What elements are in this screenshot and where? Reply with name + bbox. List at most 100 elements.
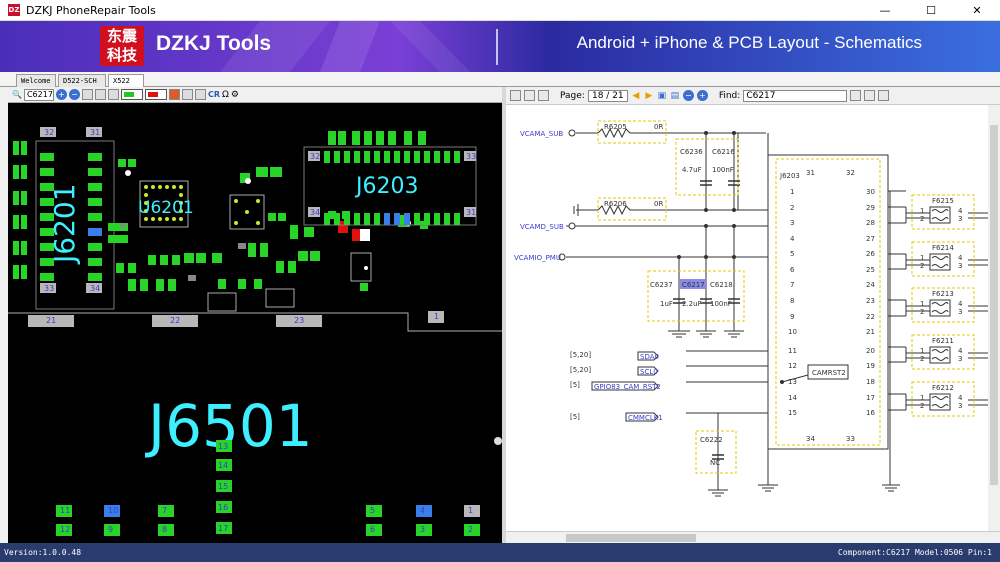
pcb-view[interactable]: 🔍 C6217 + − CR Ω ⚙ 32 31 33 34 J6201 U62… (8, 87, 502, 543)
window-title: DZKJ PhoneRepair Tools (26, 3, 156, 17)
version-text: Version:1.0.0.48 (4, 548, 82, 557)
pin-number: 30 (866, 188, 875, 196)
open-icon[interactable] (510, 90, 521, 101)
pad-number: 11 (60, 506, 70, 515)
hscroll-thumb[interactable] (566, 534, 696, 542)
page-label: Page: (560, 90, 585, 101)
pad-number: 34 (310, 208, 320, 217)
pcb-find-input[interactable]: C6217 (23, 88, 54, 101)
filter-pin: 2 (920, 355, 924, 363)
filter-pin: 1 (920, 207, 924, 215)
tab-welcome[interactable]: Welcome (16, 74, 56, 87)
filter-pin: 2 (920, 308, 924, 316)
minimize-button[interactable]: — (862, 0, 908, 21)
pad-number: 21 (46, 316, 56, 325)
resistor-value: 0R (654, 200, 663, 208)
connector-ref: J6203 (779, 172, 800, 180)
pin-number: 31 (806, 169, 815, 177)
settings-icon[interactable]: ⚙ (231, 90, 239, 100)
filter-pin: 3 (958, 215, 962, 223)
maximize-button[interactable]: ☐ (908, 0, 954, 21)
copy-icon[interactable] (524, 90, 535, 101)
highlight-icon[interactable] (878, 90, 890, 101)
page-input[interactable]: 18 / 21 (587, 89, 628, 102)
pad-number: 23 (294, 316, 304, 325)
fill-color-picker[interactable] (120, 89, 143, 100)
zoom-out-icon[interactable]: − (682, 90, 694, 101)
schematic-find-input[interactable]: C6217 (743, 89, 848, 102)
search-prev-icon[interactable] (850, 90, 862, 101)
pcb-toolbar: 🔍 C6217 + − CR Ω ⚙ (8, 87, 502, 103)
zoom-out-icon[interactable]: − (68, 89, 80, 100)
layer-icon[interactable] (168, 89, 180, 100)
fit-icon[interactable] (81, 89, 93, 100)
cap-ref: C6222 (700, 436, 723, 444)
prev-page-icon[interactable]: ◀ (631, 91, 641, 101)
pin-number: 26 (866, 250, 875, 258)
pin-number: 22 (866, 313, 875, 321)
pin-number: 23 (866, 297, 875, 305)
cap-value: 2.2uF (682, 300, 702, 308)
pin-number: 16 (866, 409, 875, 417)
fit-page-icon[interactable]: ▣ (657, 91, 667, 101)
grid-icon[interactable] (181, 89, 193, 100)
window-titlebar: DZ DZKJ PhoneRepair Tools — ☐ ✕ (0, 0, 1000, 21)
cap-value: 100nF (712, 166, 734, 174)
cr-toggle[interactable]: CR (208, 90, 220, 99)
schematic-hscrollbar[interactable] (506, 531, 1000, 543)
pad-number: 33 (466, 152, 476, 161)
pin-number: 4 (790, 235, 795, 243)
pad-number: 4 (420, 506, 425, 515)
document-tabs: Welcome D522-SCH X522x (0, 72, 1000, 96)
pin-number: 8 (790, 297, 794, 305)
component-info: Component:C6217 Model:0506 Pin:1 (837, 548, 992, 557)
tab-pcb[interactable]: X522x (108, 74, 144, 96)
zoom-in-icon[interactable]: + (55, 89, 67, 100)
pad-number: 32 (310, 152, 320, 161)
schematic-toolbar: Page: 18 / 21 ◀ ▶ ▣ ▤ − + Find: C6217 (506, 87, 1000, 105)
net-prefix: [5] (570, 413, 580, 421)
filter-pin: 1 (920, 254, 924, 262)
test-point-label: CAMRST2 (812, 369, 846, 377)
pad-number: 8 (162, 525, 167, 534)
banner-divider (496, 29, 498, 65)
pin-number: 32 (846, 169, 855, 177)
cap-ref: C6218 (710, 281, 733, 289)
pin-number: 7 (790, 281, 794, 289)
net-label-vcamd: VCAMD_SUB (520, 223, 564, 231)
resistor-value: 0R (654, 123, 663, 131)
filter-pin: 4 (958, 347, 963, 355)
flip-icon[interactable] (107, 89, 119, 100)
tab-sch[interactable]: D522-SCH (58, 74, 106, 87)
pin-number: 10 (788, 328, 797, 336)
fit-width-icon[interactable]: ▤ (670, 91, 680, 101)
filter-ref: F6212 (932, 384, 954, 392)
zoom-in-icon[interactable]: + (696, 90, 708, 101)
brand-banner: 东震 科技 DZKJ Tools Android + iPhone & PCB … (0, 21, 1000, 72)
pad-number: 31 (466, 208, 476, 217)
search-icon[interactable]: 🔍 (12, 90, 22, 99)
schematic-view[interactable]: Page: 18 / 21 ◀ ▶ ▣ ▤ − + Find: C6217 VC… (506, 87, 1000, 543)
cap-value: 4.7uF (682, 166, 702, 174)
close-button[interactable]: ✕ (954, 0, 1000, 21)
print-icon[interactable] (538, 90, 549, 101)
cap-value: 1uF (660, 300, 673, 308)
pcb-board[interactable]: 32 31 33 34 J6201 U6201 32 33 34 31 J620… (8, 103, 502, 543)
schematic-sheet[interactable]: VCAMA_SUB VCAMD_SUB VCAMIO_PMU SDA0 SCL0… (506, 105, 1000, 543)
cap-value: NC (710, 459, 720, 467)
filter-pin: 4 (958, 254, 963, 262)
pad-number: 33 (44, 284, 54, 293)
vscroll-thumb[interactable] (990, 125, 998, 485)
rotate-icon[interactable] (94, 89, 106, 100)
search-next-icon[interactable] (864, 90, 876, 101)
pin-number: 11 (788, 347, 797, 355)
pin-number: 34 (806, 435, 815, 443)
filter-pin: 4 (958, 207, 963, 215)
ohm-icon[interactable]: Ω (222, 90, 229, 100)
pad-number: 12 (60, 525, 70, 534)
next-page-icon[interactable]: ▶ (644, 91, 654, 101)
net-label-cmmclk1: CMMCLK1 (628, 414, 663, 422)
highlight-color-picker[interactable] (144, 89, 167, 100)
copy-icon[interactable] (194, 89, 206, 100)
schematic-vscrollbar[interactable] (988, 105, 1000, 531)
